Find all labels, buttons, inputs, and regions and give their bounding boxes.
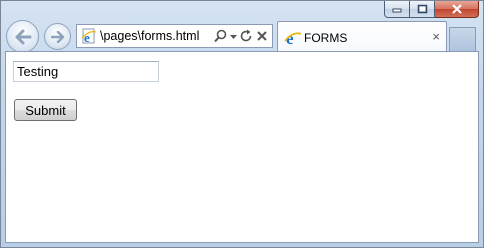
page-content: Submit <box>5 51 479 243</box>
close-window-button[interactable] <box>435 1 479 18</box>
close-icon <box>451 4 462 14</box>
ie-page-icon: e <box>284 29 302 47</box>
ie-page-icon: e <box>81 28 97 44</box>
submit-button[interactable]: Submit <box>14 99 77 121</box>
refresh-icon[interactable] <box>240 29 253 43</box>
search-icon[interactable] <box>214 29 227 43</box>
browser-window: e \pages\forms.html e FORMS × Submit <box>0 0 484 248</box>
address-tools <box>214 28 268 44</box>
dropdown-icon[interactable] <box>230 29 237 43</box>
back-button[interactable] <box>6 20 39 53</box>
minimize-icon <box>392 8 402 13</box>
tab-forms[interactable]: e FORMS × <box>277 21 447 51</box>
text-input[interactable] <box>13 61 159 82</box>
minimize-button[interactable] <box>384 1 410 18</box>
tab-close-icon[interactable]: × <box>432 29 440 44</box>
url-text: \pages\forms.html <box>100 29 200 43</box>
back-arrow-icon <box>15 29 31 44</box>
tab-title: FORMS <box>304 31 348 45</box>
maximize-button[interactable] <box>410 1 435 18</box>
new-tab-button[interactable] <box>449 27 476 51</box>
forward-arrow-icon <box>50 30 64 43</box>
forward-button[interactable] <box>44 23 71 50</box>
maximize-icon <box>417 4 427 14</box>
stop-icon[interactable] <box>256 29 268 43</box>
window-controls <box>384 1 479 18</box>
address-bar[interactable]: e \pages\forms.html <box>76 24 273 48</box>
